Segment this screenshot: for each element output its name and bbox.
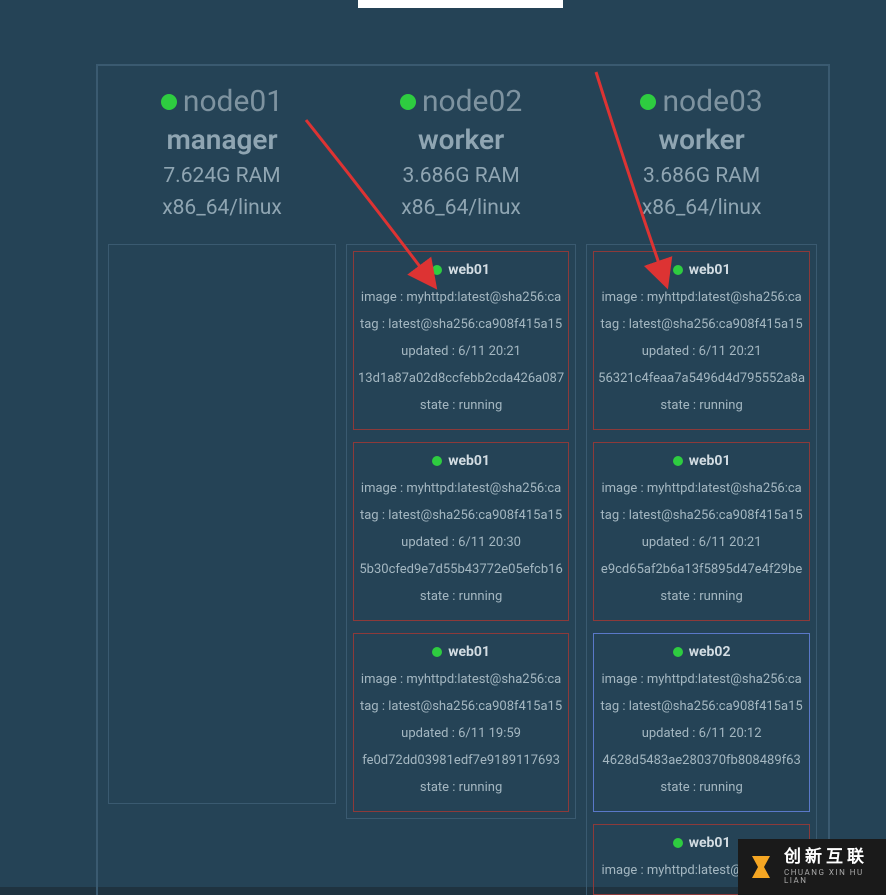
task-state: state : running bbox=[358, 392, 564, 419]
task-hash: 5b30cfed9e7d55b43772e05efcb16 bbox=[358, 556, 564, 583]
status-dot-icon bbox=[673, 838, 683, 848]
task-hash: 13d1a87a02d8ccfebb2cda426a087 bbox=[358, 365, 564, 392]
task-card[interactable]: web01 image : myhttpd:latest@sha256:catag… bbox=[353, 251, 569, 430]
task-tag: tag : latest@sha256:ca908f415a15 bbox=[358, 311, 564, 338]
status-dot-icon bbox=[432, 456, 442, 466]
task-service-name: web02 bbox=[689, 644, 731, 660]
node-column: node02 worker 3.686G RAM x86_64/linux we… bbox=[346, 84, 576, 895]
task-updated: updated : 6/11 20:30 bbox=[358, 529, 564, 556]
tasks-container: web01image : myhttpd:latest@sha256:catag… bbox=[346, 244, 576, 819]
task-service-name: web01 bbox=[689, 262, 731, 278]
task-hash: e9cd65af2b6a13f5895d47e4f29be bbox=[598, 556, 805, 583]
node-role: manager bbox=[108, 123, 336, 156]
node-ram: 3.686G RAM bbox=[346, 164, 576, 188]
task-card[interactable]: web01 image : myhttpd:latest@sha256:catag… bbox=[353, 442, 569, 621]
task-image: image : myhttpd:latest@sha256:ca bbox=[598, 475, 805, 502]
node-column: node03 worker 3.686G RAM x86_64/linux we… bbox=[586, 84, 817, 895]
node-ram: 3.686G RAM bbox=[586, 164, 817, 188]
tasks-container bbox=[108, 244, 336, 804]
swarm-dashboard: node01 manager 7.624G RAM x86_64/linux n… bbox=[96, 64, 830, 895]
task-hash: 56321c4feaa7a5496d4d795552a8a bbox=[598, 365, 805, 392]
node-role: worker bbox=[346, 123, 576, 156]
task-service-name: web01 bbox=[689, 835, 731, 851]
task-card[interactable]: web01 image : myhttpd:latest@sha256:catag… bbox=[593, 251, 810, 430]
watermark-text-en: CHUANG XIN HU LIAN bbox=[784, 869, 878, 885]
task-service-name: web01 bbox=[448, 453, 490, 469]
tasks-container: web01image : myhttpd:latest@sha256:catag… bbox=[586, 244, 817, 895]
task-image: image : myhttpd:latest@sha256:ca bbox=[358, 475, 564, 502]
task-updated: updated : 6/11 20:21 bbox=[358, 338, 564, 365]
task-updated: updated : 6/11 20:21 bbox=[598, 529, 805, 556]
task-card[interactable]: web01 image : myhttpd:latest@sha256:catag… bbox=[593, 442, 810, 621]
task-card[interactable]: web02 image : myhttpd:latest@sha256:catag… bbox=[593, 633, 810, 812]
task-service-name: web01 bbox=[689, 453, 731, 469]
node-header: node02 worker 3.686G RAM x86_64/linux bbox=[346, 84, 576, 220]
task-service-name: web01 bbox=[448, 644, 490, 660]
node-header: node01 manager 7.624G RAM x86_64/linux bbox=[108, 84, 336, 220]
watermark: 创新互联 CHUANG XIN HU LIAN bbox=[738, 839, 886, 895]
task-state: state : running bbox=[358, 583, 564, 610]
watermark-logo-icon bbox=[746, 852, 776, 882]
task-updated: updated : 6/11 19:59 bbox=[358, 720, 564, 747]
task-updated: updated : 6/11 20:21 bbox=[598, 338, 805, 365]
node-header: node03 worker 3.686G RAM x86_64/linux bbox=[586, 84, 817, 220]
node-name: node03 bbox=[662, 84, 762, 119]
task-updated: updated : 6/11 20:12 bbox=[598, 720, 805, 747]
node-name: node01 bbox=[183, 84, 283, 119]
status-dot-icon bbox=[640, 94, 656, 110]
task-tag: tag : latest@sha256:ca908f415a15 bbox=[598, 502, 805, 529]
status-dot-icon bbox=[432, 265, 442, 275]
task-tag: tag : latest@sha256:ca908f415a15 bbox=[358, 693, 564, 720]
task-service-name: web01 bbox=[448, 262, 490, 278]
task-state: state : running bbox=[598, 774, 805, 801]
node-ram: 7.624G RAM bbox=[108, 164, 336, 188]
task-image: image : myhttpd:latest@sha256:ca bbox=[598, 284, 805, 311]
status-dot-icon bbox=[400, 94, 416, 110]
node-role: worker bbox=[586, 123, 817, 156]
task-card[interactable]: web01 image : myhttpd:latest@sha256:catag… bbox=[353, 633, 569, 812]
watermark-text-cn: 创新互联 bbox=[784, 849, 878, 866]
status-dot-icon bbox=[432, 647, 442, 657]
status-dot-icon bbox=[673, 456, 683, 466]
task-image: image : myhttpd:latest@sha256:ca bbox=[598, 666, 805, 693]
node-name: node02 bbox=[422, 84, 522, 119]
task-hash: fe0d72dd03981edf7e9189117693 bbox=[358, 747, 564, 774]
node-arch: x86_64/linux bbox=[346, 196, 576, 220]
status-dot-icon bbox=[673, 265, 683, 275]
task-tag: tag : latest@sha256:ca908f415a15 bbox=[598, 693, 805, 720]
header-white-block bbox=[358, 0, 563, 8]
node-arch: x86_64/linux bbox=[108, 196, 336, 220]
task-image: image : myhttpd:latest@sha256:ca bbox=[358, 666, 564, 693]
task-tag: tag : latest@sha256:ca908f415a15 bbox=[598, 311, 805, 338]
status-dot-icon bbox=[161, 94, 177, 110]
status-dot-icon bbox=[673, 647, 683, 657]
node-arch: x86_64/linux bbox=[586, 196, 817, 220]
task-state: state : running bbox=[598, 392, 805, 419]
node-column: node01 manager 7.624G RAM x86_64/linux bbox=[108, 84, 336, 895]
task-state: state : running bbox=[358, 774, 564, 801]
task-state: state : running bbox=[598, 583, 805, 610]
task-image: image : myhttpd:latest@sha256:ca bbox=[358, 284, 564, 311]
task-tag: tag : latest@sha256:ca908f415a15 bbox=[358, 502, 564, 529]
task-hash: 4628d5483ae280370fb808489f63 bbox=[598, 747, 805, 774]
